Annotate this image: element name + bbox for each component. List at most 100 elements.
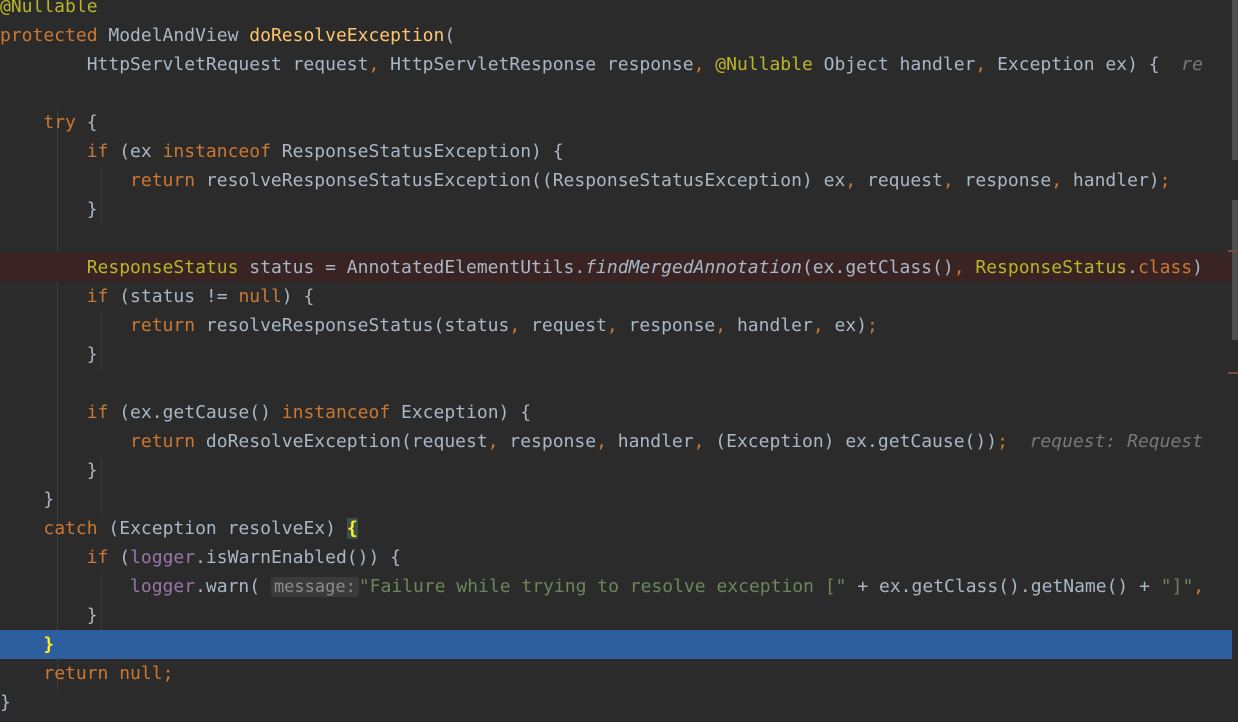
- code-token: ,: [715, 315, 737, 336]
- code-token: handler): [1072, 170, 1160, 191]
- code-token: ModelAndView: [108, 25, 250, 46]
- code-line-15[interactable]: if (ex.getCause() instanceof Exception) …: [0, 398, 1232, 427]
- code-line-21[interactable]: logger.warn( message: "Failure while tryi…: [0, 572, 1232, 601]
- code-token: ResponseStatus: [86, 257, 250, 278]
- code-line-5[interactable]: try {: [0, 108, 1232, 137]
- code-token: ,: [975, 54, 998, 75]
- code-token: ,: [1051, 170, 1073, 191]
- code-line-3[interactable]: HttpServletRequest request, HttpServletR…: [0, 50, 1232, 79]
- code-token: ;: [997, 431, 1030, 452]
- error-marker[interactable]: [1228, 250, 1238, 252]
- code-token: return: [130, 315, 206, 336]
- code-token: HttpServletResponse response: [390, 54, 694, 75]
- code-token: (: [119, 547, 131, 568]
- code-token: doResolveException(request: [205, 431, 488, 452]
- code-token: (Exception) ex.getCause()): [715, 431, 998, 452]
- code-line-8[interactable]: }: [0, 195, 1232, 224]
- vertical-scrollbar[interactable]: [1232, 0, 1238, 722]
- code-token: (ex: [119, 141, 163, 162]
- matched-brace: {: [346, 518, 358, 539]
- inlay-hint: re: [1181, 54, 1203, 75]
- code-token: .warn(: [195, 576, 271, 597]
- scrollbar-thumb[interactable]: [1232, 200, 1238, 340]
- code-line-22[interactable]: }: [0, 601, 1232, 630]
- code-token: return: [130, 431, 206, 452]
- code-token: if: [86, 141, 120, 162]
- matched-brace: }: [43, 634, 55, 655]
- code-line-18[interactable]: }: [0, 485, 1232, 514]
- code-line-1[interactable]: @Nullable: [0, 0, 1232, 21]
- code-token: logger: [130, 576, 196, 597]
- code-line-11[interactable]: if (status != null) {: [0, 282, 1232, 311]
- code-line-24[interactable]: return null;: [0, 659, 1232, 688]
- code-token: HttpServletRequest request: [0, 54, 369, 75]
- code-token: resolveResponseStatusException((Response…: [205, 170, 846, 191]
- code-token: "]": [1160, 576, 1194, 597]
- code-token: ,: [953, 257, 976, 278]
- code-line-10[interactable]: ResponseStatus status = AnnotatedElement…: [0, 253, 1232, 282]
- code-token: ,: [845, 170, 867, 191]
- code-token: request: [531, 315, 607, 336]
- code-editor[interactable]: @Nullable protected ModelAndView doResol…: [0, 0, 1238, 722]
- code-line-23-selected[interactable]: }: [0, 630, 1232, 659]
- code-token: }: [0, 489, 55, 510]
- code-line-16[interactable]: return doResolveException(request, respo…: [0, 427, 1232, 456]
- code-token: @Nullable: [0, 0, 98, 17]
- error-marker[interactable]: [1228, 372, 1238, 374]
- code-token: ,: [368, 54, 391, 75]
- code-token: return: [130, 170, 206, 191]
- code-token: findMergedAnnotation: [585, 257, 802, 278]
- code-line-7[interactable]: return resolveResponseStatusException((R…: [0, 166, 1232, 195]
- code-token: logger: [130, 547, 196, 568]
- code-line-20[interactable]: if (logger.isWarnEnabled()) {: [0, 543, 1232, 572]
- code-token: if: [86, 402, 120, 423]
- code-token: ,: [596, 431, 618, 452]
- code-token: ex): [834, 315, 868, 336]
- code-token: ,: [693, 431, 716, 452]
- code-token: Exception) {: [401, 402, 532, 423]
- code-token: ,: [693, 54, 716, 75]
- code-token: .isWarnEnabled()) {: [195, 547, 401, 568]
- code-token: ;: [867, 315, 878, 336]
- code-token: ResponseStatus: [975, 257, 1128, 278]
- code-token: ,: [509, 315, 532, 336]
- code-line-13[interactable]: }: [0, 340, 1232, 369]
- code-token: catch: [43, 518, 109, 539]
- code-token: if: [86, 547, 120, 568]
- code-token: ): [1192, 257, 1203, 278]
- code-line-17[interactable]: }: [0, 456, 1232, 485]
- code-line-19[interactable]: catch (Exception resolveEx) {: [0, 514, 1232, 543]
- code-token: }: [0, 344, 98, 365]
- parameter-hint: message:: [270, 577, 359, 597]
- code-line-12[interactable]: return resolveResponseStatus(status, req…: [0, 311, 1232, 340]
- code-line-6[interactable]: if (ex instanceof ResponseStatusExceptio…: [0, 137, 1232, 166]
- code-token: ,: [1193, 576, 1205, 597]
- code-token: Object handler: [823, 54, 976, 75]
- code-token: try: [43, 112, 87, 133]
- code-token: .: [1127, 257, 1138, 278]
- code-line-2[interactable]: protected ModelAndView doResolveExceptio…: [0, 21, 1232, 50]
- code-line-25[interactable]: }: [0, 688, 1232, 717]
- code-token: }: [0, 460, 98, 481]
- code-token: resolveResponseStatus(status: [205, 315, 510, 336]
- code-token: (: [444, 25, 456, 46]
- code-token: (ex.getCause(): [119, 402, 282, 423]
- code-token: }: [0, 692, 11, 713]
- code-token: doResolveException: [249, 25, 445, 46]
- scrollbar-thumb[interactable]: [1232, 0, 1238, 160]
- code-token: (ex.getClass(): [801, 257, 954, 278]
- code-token: response: [964, 170, 1052, 191]
- code-token: ;: [1159, 170, 1171, 191]
- code-token: response: [628, 315, 716, 336]
